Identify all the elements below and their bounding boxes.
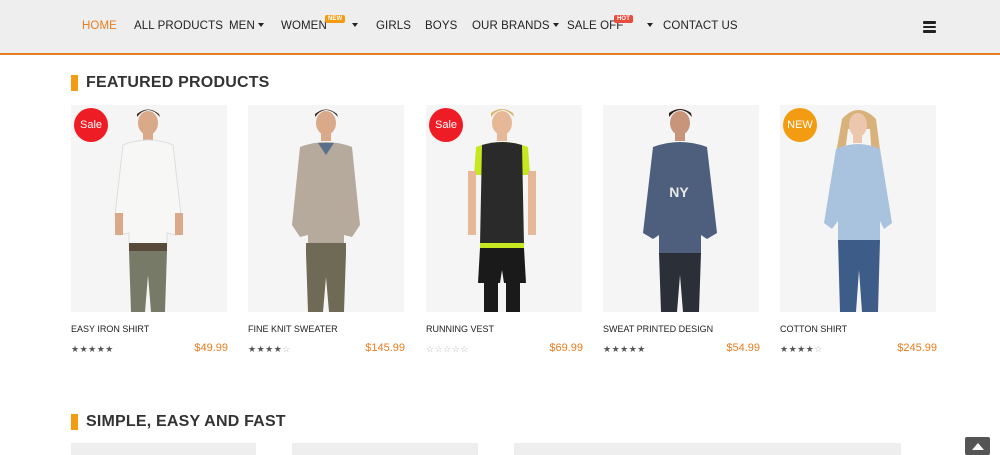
product-price: $145.99 bbox=[365, 342, 405, 354]
chevron-down-icon bbox=[257, 23, 264, 27]
title-accent-bar bbox=[71, 74, 78, 91]
nav-home[interactable]: HOME bbox=[82, 20, 117, 32]
sale-badge: Sale bbox=[74, 108, 108, 142]
featured-section-title: FEATURED PRODUCTS bbox=[71, 74, 270, 91]
feature-block bbox=[514, 443, 901, 455]
featured-title-text: FEATURED PRODUCTS bbox=[86, 73, 270, 91]
rating-stars: ★★★★☆ bbox=[780, 344, 823, 354]
nav-our-brands-label: OUR BRANDS bbox=[472, 20, 550, 32]
model-photo: NY bbox=[643, 109, 717, 312]
nav-women-label: WOMEN bbox=[281, 20, 327, 32]
menu-icon[interactable] bbox=[923, 21, 936, 33]
model-photo bbox=[292, 109, 360, 312]
product-name[interactable]: SWEAT PRINTED DESIGN bbox=[603, 324, 713, 334]
nav-girls[interactable]: GIRLS bbox=[376, 20, 411, 32]
feature-block bbox=[71, 443, 256, 455]
nav-our-brands[interactable]: OUR BRANDS bbox=[472, 20, 559, 32]
product-image[interactable]: Sale bbox=[426, 105, 582, 312]
nav-all-products[interactable]: ALL PRODUCTS bbox=[134, 20, 223, 32]
arrow-up-icon bbox=[971, 442, 984, 450]
new-tag: NEW bbox=[325, 15, 346, 23]
product-name[interactable]: RUNNING VEST bbox=[426, 324, 494, 334]
sale-badge: Sale bbox=[429, 108, 463, 142]
chevron-down-icon bbox=[351, 23, 358, 27]
product-name[interactable]: FINE KNIT SWEATER bbox=[248, 324, 338, 334]
nav-boys[interactable]: BOYS bbox=[425, 20, 457, 32]
product-card[interactable]: Sale EASY IRON SHIRT ★★★★★ $49.99 bbox=[71, 105, 228, 354]
rating-stars: ★★★★★ bbox=[603, 344, 646, 354]
product-image[interactable]: NY bbox=[603, 105, 759, 312]
scroll-to-top-button[interactable] bbox=[965, 437, 990, 455]
product-card[interactable]: NEW COTTON SHIRT ★★★★☆ $245.99 bbox=[780, 105, 937, 354]
simple-title-text: SIMPLE, EASY AND FAST bbox=[86, 412, 286, 430]
sweatshirt-print: NY bbox=[669, 184, 689, 200]
rating-stars: ☆☆☆☆☆ bbox=[426, 344, 469, 354]
rating-stars: ★★★★★ bbox=[71, 344, 114, 354]
title-accent-bar bbox=[71, 413, 78, 430]
chevron-down-icon bbox=[647, 23, 654, 27]
product-image[interactable] bbox=[248, 105, 404, 312]
feature-block bbox=[292, 443, 478, 455]
product-card[interactable]: FINE KNIT SWEATER ★★★★☆ $145.99 bbox=[248, 105, 405, 354]
product-image[interactable]: Sale bbox=[71, 105, 227, 312]
nav-men-label: MEN bbox=[229, 20, 255, 32]
product-price: $49.99 bbox=[194, 342, 228, 354]
rating-stars: ★★★★☆ bbox=[248, 344, 291, 354]
chevron-down-icon bbox=[552, 23, 559, 27]
nav-sale-off[interactable]: SALE OFF HOT bbox=[567, 15, 654, 32]
product-price: $245.99 bbox=[897, 342, 937, 354]
nav-contact-us[interactable]: CONTACT US bbox=[663, 20, 738, 32]
new-badge: NEW bbox=[783, 108, 817, 142]
product-name[interactable]: COTTON SHIRT bbox=[780, 324, 847, 334]
hot-tag: HOT bbox=[614, 15, 633, 23]
nav-women[interactable]: WOMEN NEW bbox=[281, 15, 358, 32]
product-price: $54.99 bbox=[726, 342, 760, 354]
product-card[interactable]: Sale RUNNING VEST ☆☆☆☆☆ $69.99 bbox=[426, 105, 583, 354]
product-card[interactable]: NY SWEAT PRINTED DESIGN ★★★★★ $54.99 bbox=[603, 105, 760, 354]
top-navbar: HOME ALL PRODUCTS MEN WOMEN NEW GIRLS BOY… bbox=[0, 0, 1000, 55]
simple-section-title: SIMPLE, EASY AND FAST bbox=[71, 413, 286, 430]
product-image[interactable]: NEW bbox=[780, 105, 936, 312]
product-price: $69.99 bbox=[549, 342, 583, 354]
nav-men[interactable]: MEN bbox=[229, 20, 264, 32]
product-name[interactable]: EASY IRON SHIRT bbox=[71, 324, 149, 334]
